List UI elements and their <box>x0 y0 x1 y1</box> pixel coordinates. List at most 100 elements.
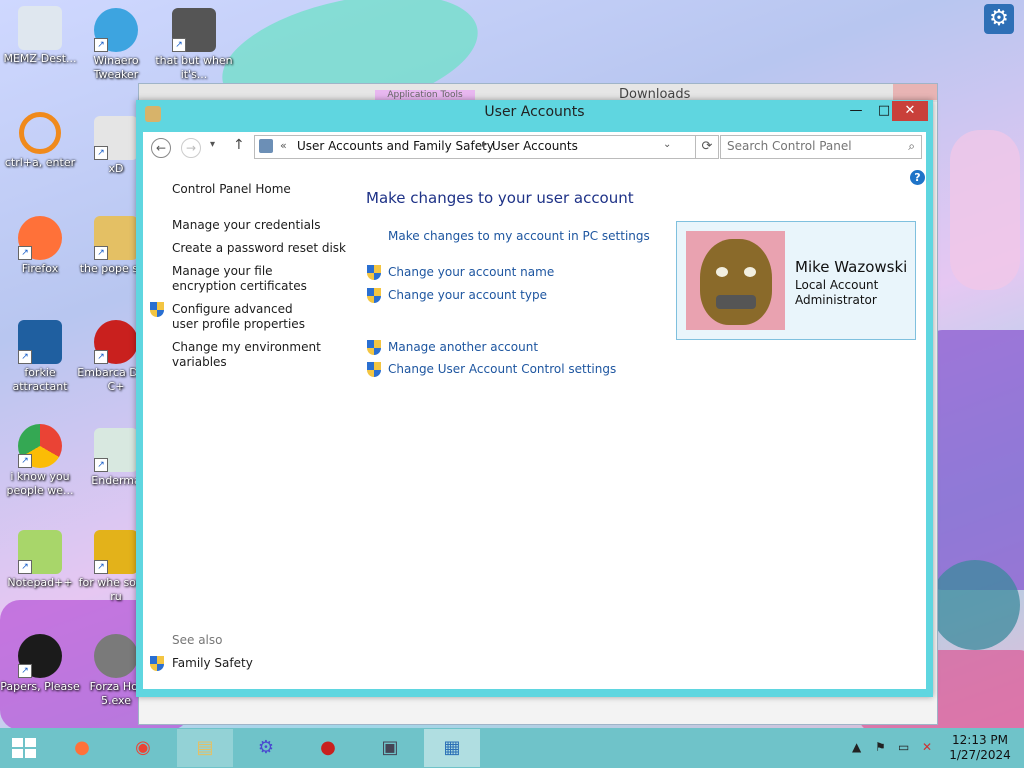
family-safety-link[interactable]: Family Safety <box>172 656 253 671</box>
help-icon[interactable]: ? <box>910 170 925 185</box>
user-name: Mike Wazowski <box>795 258 908 276</box>
desktop-icon-label: i know you people we... <box>6 470 74 497</box>
taskbar-devcpp-icon[interactable]: ● <box>300 729 356 767</box>
search-icon[interactable]: ⌕ <box>908 139 915 154</box>
network-icon[interactable]: ▭ <box>898 740 909 754</box>
forward-arrow-icon[interactable]: → <box>181 138 201 158</box>
downloads-close-button[interactable] <box>893 84 937 100</box>
uac-shield-icon <box>150 302 164 317</box>
taskbar: ● ◉ ▤ ⚙ ● ▣ ▦ ▲ ⚑ ▭ ✕ 12:13 PM 1/27/2024 <box>0 728 1024 768</box>
user-card: Mike Wazowski Local Account Administrato… <box>676 221 916 340</box>
desktop-icon-shortcut[interactable]: ↗ that but when it's... <box>154 8 234 82</box>
clock[interactable]: 12:13 PM 1/27/2024 <box>944 733 1016 763</box>
address-dropdown-icon[interactable]: ⌄ <box>663 139 671 150</box>
papers-please-icon: ↗ <box>18 634 62 678</box>
show-hidden-icons-icon[interactable]: ▲ <box>852 740 861 754</box>
back-arrow-icon[interactable]: ← <box>151 138 171 158</box>
desktop-icon-chrome[interactable]: ↗ i know you people we... <box>0 424 80 498</box>
desktop-icon-forkie[interactable]: ↗ forkie attractant <box>0 320 80 394</box>
desktop-icon-label: MEMZ-Dest... <box>3 52 77 65</box>
desktop-icon-winaero[interactable]: ↗ Winaero Tweaker <box>76 8 156 82</box>
control-panel-home-link[interactable]: Control Panel Home <box>172 182 291 197</box>
taskbar-chrome-icon[interactable]: ◉ <box>115 729 171 767</box>
uac-settings-link[interactable]: Change User Account Control settings <box>388 362 616 376</box>
change-account-type-link[interactable]: Change your account type <box>388 288 547 302</box>
breadcrumb-separator-icon[interactable]: ▸ <box>482 139 487 150</box>
refresh-icon[interactable]: ⟳ <box>695 135 719 159</box>
see-also-heading: See also <box>172 633 223 647</box>
volume-muted-icon[interactable]: ✕ <box>922 740 932 754</box>
breadcrumb[interactable]: « User Accounts and Family Safety ▸ User… <box>254 135 696 159</box>
user-accounts-window: User Accounts — □ ✕ ← → ▾ ↑ « User Accou… <box>136 100 933 697</box>
page-title: Make changes to your user account <box>366 189 634 207</box>
desktop-icon-label: Firefox <box>21 262 59 275</box>
chrome-icon: ↗ <box>18 424 62 468</box>
taskbar-control-panel-icon[interactable]: ▦ <box>424 729 480 767</box>
notepadpp-icon: ↗ <box>18 530 62 574</box>
desktop-icon-label: xD <box>108 162 124 175</box>
taskbar-firefox-icon[interactable]: ● <box>54 729 110 767</box>
password-reset-disk-link[interactable]: Create a password reset disk <box>172 241 346 256</box>
desktop-icon-label: Papers, Please <box>0 680 80 693</box>
environment-variables-link[interactable]: Change my environment variables <box>172 340 322 370</box>
rust-icon: ↗ <box>94 530 138 574</box>
desktop-icon-recycle-bin[interactable]: MEMZ-Dest... <box>0 6 80 66</box>
search-input[interactable] <box>721 136 903 156</box>
settings-gear-icon[interactable]: ⚙ <box>984 4 1014 34</box>
folder-icon: ↗ <box>94 216 138 260</box>
uac-shield-icon <box>367 265 381 280</box>
window-title: User Accounts <box>484 104 585 120</box>
recycle-bin-icon <box>18 6 62 50</box>
action-center-flag-icon[interactable]: ⚑ <box>875 740 886 754</box>
taskbar-system-icon[interactable]: ▣ <box>362 729 418 767</box>
minimize-button[interactable]: — <box>842 101 870 121</box>
hex-editor-icon: ↗ <box>94 116 138 160</box>
breadcrumb-user-accounts-family-safety[interactable]: User Accounts and Family Safety <box>297 139 494 153</box>
desktop-icon-label: Winaero Tweaker <box>93 54 139 81</box>
app-window-icon: ↗ <box>94 428 138 472</box>
search-box[interactable]: ⌕ <box>720 135 922 159</box>
breadcrumb-user-accounts[interactable]: User Accounts <box>492 139 578 153</box>
desktop-icon-search[interactable]: ctrl+a, enter <box>0 112 80 170</box>
desktop-icon-label: that but when it's... <box>155 54 233 81</box>
desktop-icon-papers-please[interactable]: ↗ Papers, Please <box>0 634 80 694</box>
address-toolbar: ← → ▾ ↑ « User Accounts and Family Safet… <box>143 132 926 162</box>
desktop-icon-label: ctrl+a, enter <box>4 156 76 169</box>
avatar-eye <box>716 267 728 277</box>
uac-shield-icon <box>367 362 381 377</box>
desktop-icon-notepadpp[interactable]: ↗ Notepad++ <box>0 530 80 590</box>
uac-shield-icon <box>367 288 381 303</box>
windows-logo-pane <box>25 738 36 747</box>
taskbar-settings-icon[interactable]: ⚙ <box>238 729 294 767</box>
manage-another-account-link[interactable]: Manage another account <box>388 340 538 354</box>
clock-date: 1/27/2024 <box>949 748 1011 762</box>
magnifier-icon <box>19 112 61 154</box>
breadcrumb-overflow-icon[interactable]: « <box>280 139 287 152</box>
close-button[interactable]: ✕ <box>892 101 928 121</box>
clock-time: 12:13 PM <box>952 733 1008 747</box>
windows-logo-pane <box>12 738 23 747</box>
winaero-icon: ↗ <box>94 8 138 52</box>
avatar[interactable] <box>686 231 785 330</box>
avatar-face <box>700 239 772 325</box>
devcpp-icon: ↗ <box>94 320 138 364</box>
desktop-icon-label: Forza Hor 5.exe <box>89 680 143 707</box>
advanced-profile-link[interactable]: Configure advanced user profile properti… <box>172 302 322 332</box>
shortcut-icon: ↗ <box>172 8 216 52</box>
desktop-icon-firefox[interactable]: ↗ Firefox <box>0 216 80 276</box>
avatar-eye <box>744 267 756 277</box>
avatar-mouth <box>716 295 756 309</box>
change-account-name-link[interactable]: Change your account name <box>388 265 554 279</box>
start-button[interactable] <box>12 738 36 758</box>
content-area: ? Control Panel Home Manage your credent… <box>143 162 926 689</box>
pc-settings-link[interactable]: Make changes to my account in PC setting… <box>388 229 650 243</box>
control-panel-icon <box>259 139 273 153</box>
file-encryption-link[interactable]: Manage your file encryption certificates <box>172 264 332 294</box>
windows-logo-pane <box>25 749 36 758</box>
recent-locations-dropdown-icon[interactable]: ▾ <box>210 139 215 150</box>
up-arrow-icon[interactable]: ↑ <box>233 137 245 153</box>
wallpaper-shape <box>930 560 1020 650</box>
manage-credentials-link[interactable]: Manage your credentials <box>172 218 321 233</box>
account-role: Administrator <box>795 293 877 307</box>
taskbar-file-explorer-icon[interactable]: ▤ <box>177 729 233 767</box>
